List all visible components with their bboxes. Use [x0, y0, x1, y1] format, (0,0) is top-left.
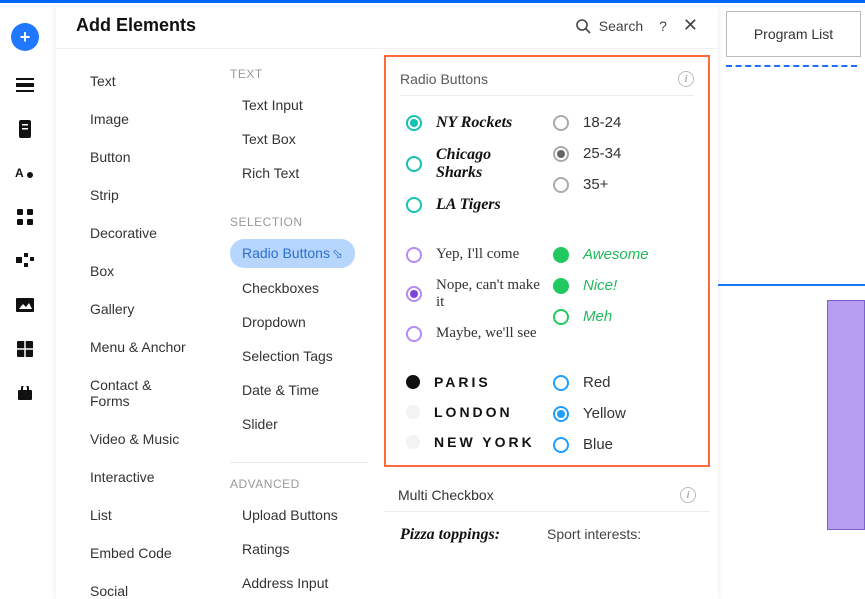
category-decorative[interactable]: Decorative: [78, 217, 169, 249]
search-label: Search: [599, 18, 643, 34]
category-interactive[interactable]: Interactive: [78, 461, 167, 493]
item-slider[interactable]: Slider: [230, 410, 290, 438]
category-video[interactable]: Video & Music: [78, 423, 191, 455]
media-icon[interactable]: [15, 295, 35, 315]
categories-column: Text Image Button Strip Decorative Box G…: [56, 49, 216, 599]
add-elements-panel: Add Elements Search ? ✕ Text Image Butto…: [56, 3, 718, 599]
radio-icon: [553, 278, 569, 294]
category-list[interactable]: List: [78, 499, 124, 531]
subcategory-column: TEXT Text Input Text Box Rich Text SELEC…: [216, 49, 376, 599]
item-address-input[interactable]: Address Input: [230, 569, 340, 597]
icon-rail: + A: [0, 3, 50, 599]
multi-section-title: Multi Checkbox: [398, 487, 494, 503]
multi-checkbox-preview[interactable]: Pizza toppings: Sport interests:: [384, 512, 710, 544]
item-checkboxes[interactable]: Checkboxes: [230, 274, 331, 302]
help-icon[interactable]: ?: [659, 18, 667, 34]
category-menu[interactable]: Menu & Anchor: [78, 331, 198, 363]
dashed-guide: [726, 65, 857, 67]
radio-preview-highlight: Radio Buttons i NY Rockets Chicago Shark…: [384, 55, 710, 467]
category-contact[interactable]: Contact & Forms: [78, 369, 206, 417]
group-text-label: TEXT: [230, 67, 368, 81]
item-rich-text[interactable]: Rich Text: [230, 159, 311, 187]
category-button[interactable]: Button: [78, 141, 142, 173]
search-button[interactable]: Search: [575, 18, 643, 34]
radio-icon: [406, 197, 422, 213]
item-text-input[interactable]: Text Input: [230, 91, 315, 119]
radio-icon: [406, 247, 422, 263]
category-image[interactable]: Image: [78, 103, 141, 135]
design-icon[interactable]: A: [15, 163, 35, 183]
category-text[interactable]: Text: [78, 65, 128, 97]
apps-icon[interactable]: [15, 251, 35, 271]
category-box[interactable]: Box: [78, 255, 126, 287]
item-text-box[interactable]: Text Box: [230, 125, 308, 153]
item-upload-buttons[interactable]: Upload Buttons: [230, 501, 350, 529]
radio-icon: [406, 375, 420, 389]
add-icon[interactable]: +: [11, 23, 39, 51]
cursor-icon: ⬂: [332, 246, 343, 262]
item-dropdown[interactable]: Dropdown: [230, 308, 318, 336]
radio-icon: [553, 247, 569, 263]
radio-icon: [406, 286, 422, 302]
category-embed[interactable]: Embed Code: [78, 537, 184, 569]
radio-icon: [406, 435, 420, 449]
radio-variant-1[interactable]: NY Rockets Chicago Sharks LA Tigers 18-2…: [400, 110, 694, 218]
search-icon: [575, 18, 591, 34]
page-icon[interactable]: [15, 119, 35, 139]
radio-variant-2[interactable]: Yep, I'll come Nope, can't make it Maybe…: [400, 242, 694, 346]
radio-icon: [553, 177, 569, 193]
item-radio-buttons[interactable]: Radio Buttons⬂: [230, 239, 355, 268]
radio-icon: [553, 406, 569, 422]
category-strip[interactable]: Strip: [78, 179, 131, 211]
radio-icon: [406, 115, 422, 131]
item-selection-tags[interactable]: Selection Tags: [230, 342, 345, 370]
radio-icon: [406, 405, 420, 419]
preview-column: Radio Buttons i NY Rockets Chicago Shark…: [376, 49, 718, 599]
group-advanced-label: ADVANCED: [230, 477, 368, 491]
group-selection-label: SELECTION: [230, 215, 368, 229]
radio-icon: [406, 156, 422, 172]
selection-line: [718, 284, 865, 286]
category-gallery[interactable]: Gallery: [78, 293, 146, 325]
radio-icon: [553, 115, 569, 131]
info-icon[interactable]: i: [678, 71, 694, 87]
data-icon[interactable]: [15, 339, 35, 359]
radio-icon: [553, 375, 569, 391]
radio-icon: [553, 309, 569, 325]
grid-icon[interactable]: [15, 207, 35, 227]
close-icon[interactable]: ✕: [683, 15, 698, 36]
info-icon[interactable]: i: [680, 487, 696, 503]
svg-text:A: A: [15, 166, 24, 180]
radio-variant-3[interactable]: PARIS LONDON NEW YORK Red Yellow Blue: [400, 370, 694, 457]
radio-icon: [553, 437, 569, 453]
canvas-shape[interactable]: [827, 300, 865, 530]
program-list-element[interactable]: Program List: [726, 11, 861, 57]
item-date-time[interactable]: Date & Time: [230, 376, 331, 404]
radio-section-title: Radio Buttons: [400, 71, 488, 87]
store-icon[interactable]: [15, 383, 35, 403]
radio-icon: [406, 326, 422, 342]
radio-icon: [553, 146, 569, 162]
panel-title: Add Elements: [76, 15, 196, 36]
section-icon[interactable]: [15, 75, 35, 95]
category-social[interactable]: Social: [78, 575, 140, 599]
item-ratings[interactable]: Ratings: [230, 535, 301, 563]
